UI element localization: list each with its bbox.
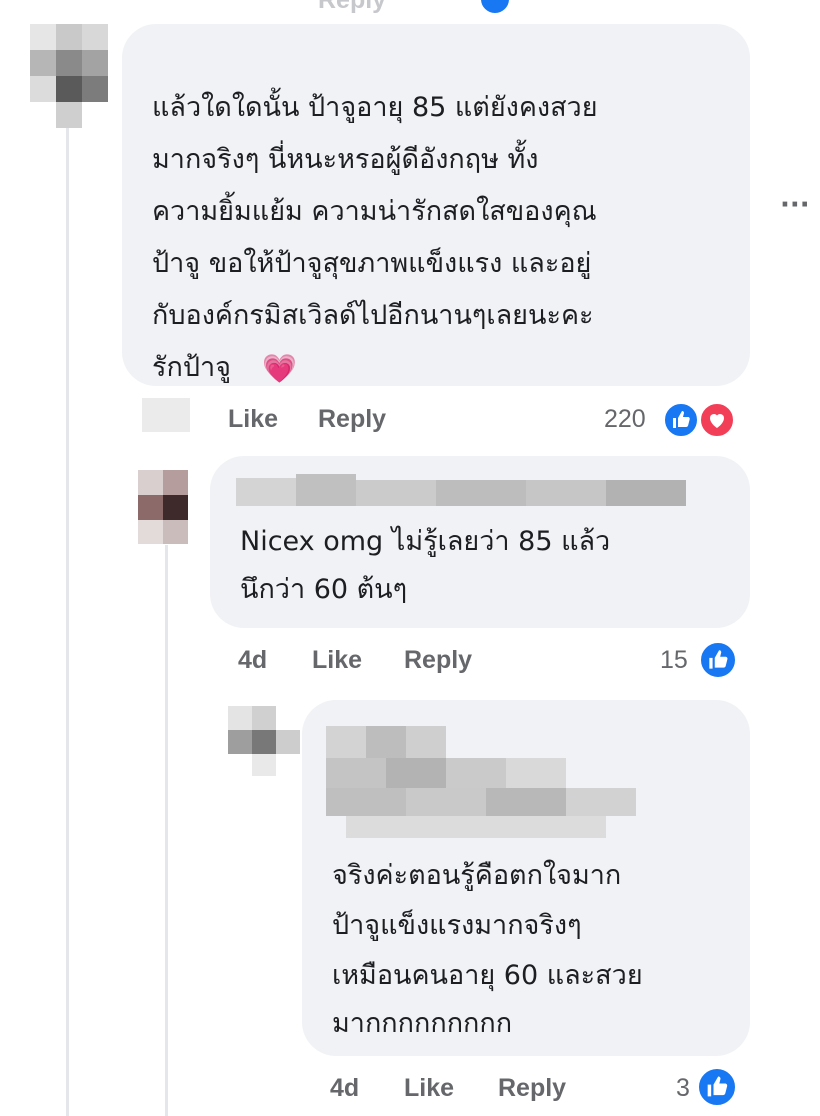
reply-line: จริงค่ะตอนรู้คือตกใจมาก <box>332 860 622 891</box>
reply-author-redacted <box>236 470 686 510</box>
reply-line: นึกว่า 60 ต้นๆ <box>240 574 408 605</box>
top-like-reaction-icon <box>478 0 512 16</box>
like-button[interactable]: Like <box>312 646 362 675</box>
like-reaction-icon <box>698 640 738 680</box>
like-button[interactable]: Like <box>228 405 278 434</box>
reply-button[interactable]: Reply <box>498 1074 566 1103</box>
heart-emoji-icon: 💗 <box>262 352 297 385</box>
reply-button[interactable]: Reply <box>404 646 472 675</box>
like-reaction-icon <box>696 1066 738 1108</box>
timestamp[interactable]: 4d <box>330 1074 359 1103</box>
thread-line-reply <box>165 545 168 1116</box>
comment-line: มากจริงๆ นี่หนะหรอผู้ดีอังกฤษ ทั้ง <box>152 144 539 175</box>
like-reaction-icon <box>662 401 700 439</box>
comment-line: แล้วใดใดนั้น ป้าจูอายุ 85 แต่ยังคงสวย <box>152 92 598 123</box>
comment-line: รักป้าจู <box>152 352 231 383</box>
reply-line: มากกกกกกกกก <box>332 1008 513 1039</box>
thread-line-main <box>66 128 69 1116</box>
reaction-count[interactable]: 220 <box>604 405 646 434</box>
comment-line: ป้าจู ขอให้ป้าจูสุขภาพแข็งแรง และอยู่ <box>152 248 592 279</box>
timestamp-redacted <box>142 398 190 432</box>
comment-line: ความยิ้มแย้ม ความน่ารักสดใสของคุณ <box>152 196 597 227</box>
top-reply-link[interactable]: Reply <box>318 0 386 15</box>
timestamp[interactable]: 4d <box>238 646 267 675</box>
reply-author-redacted <box>326 726 636 838</box>
reaction-count[interactable]: 3 <box>676 1074 690 1103</box>
reply-line: เหมือนคนอายุ 60 และสวย <box>332 960 643 991</box>
reply-button[interactable]: Reply <box>318 405 386 434</box>
comment-line: กับองค์กรมิสเวิลด์ไปอีกนานๆเลยนะคะ <box>152 300 594 331</box>
more-options-icon[interactable]: ··· <box>780 190 810 220</box>
avatar <box>30 24 110 128</box>
love-reaction-icon <box>698 401 736 439</box>
reaction-count[interactable]: 15 <box>660 646 688 675</box>
reply-line: Nicex omg ไม่รู้เลยว่า 85 แล้ว <box>240 526 611 557</box>
like-button[interactable]: Like <box>404 1074 454 1103</box>
avatar <box>138 470 188 544</box>
avatar <box>228 706 300 776</box>
reply-line: ป้าจูแข็งแรงมากจริงๆ <box>332 910 582 941</box>
